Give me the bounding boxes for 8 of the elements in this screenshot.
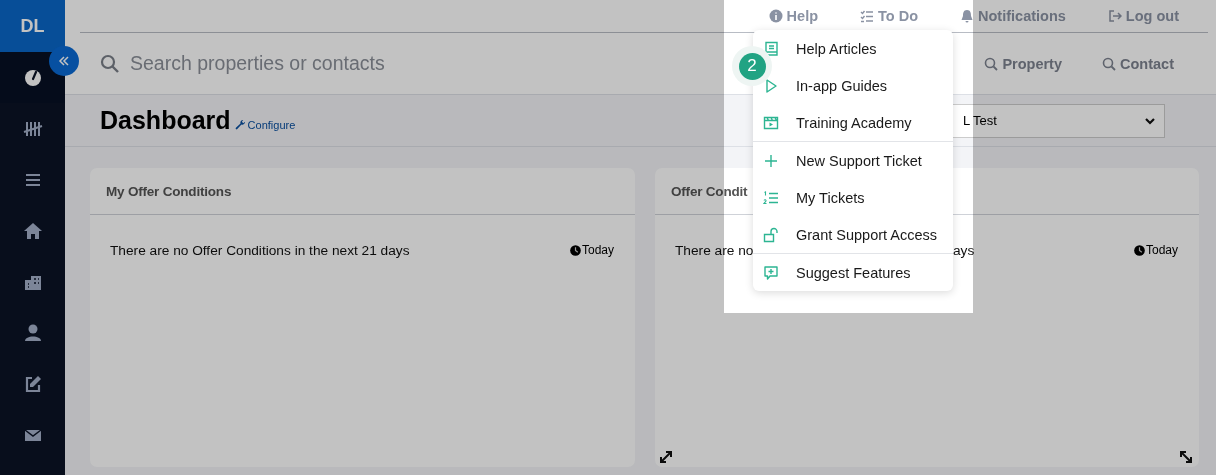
avatar: DL (0, 0, 65, 52)
page-title: Dashboard (100, 106, 231, 135)
step-badge: 2 (738, 52, 766, 80)
empty-message: ays (953, 243, 975, 258)
card-title: Offer Condit (671, 183, 748, 199)
empty-message: There are no Offer Conditions in the next 21 days (110, 243, 410, 258)
card-title: My Offer Conditions (106, 183, 232, 199)
empty-message: There are no (675, 243, 754, 258)
